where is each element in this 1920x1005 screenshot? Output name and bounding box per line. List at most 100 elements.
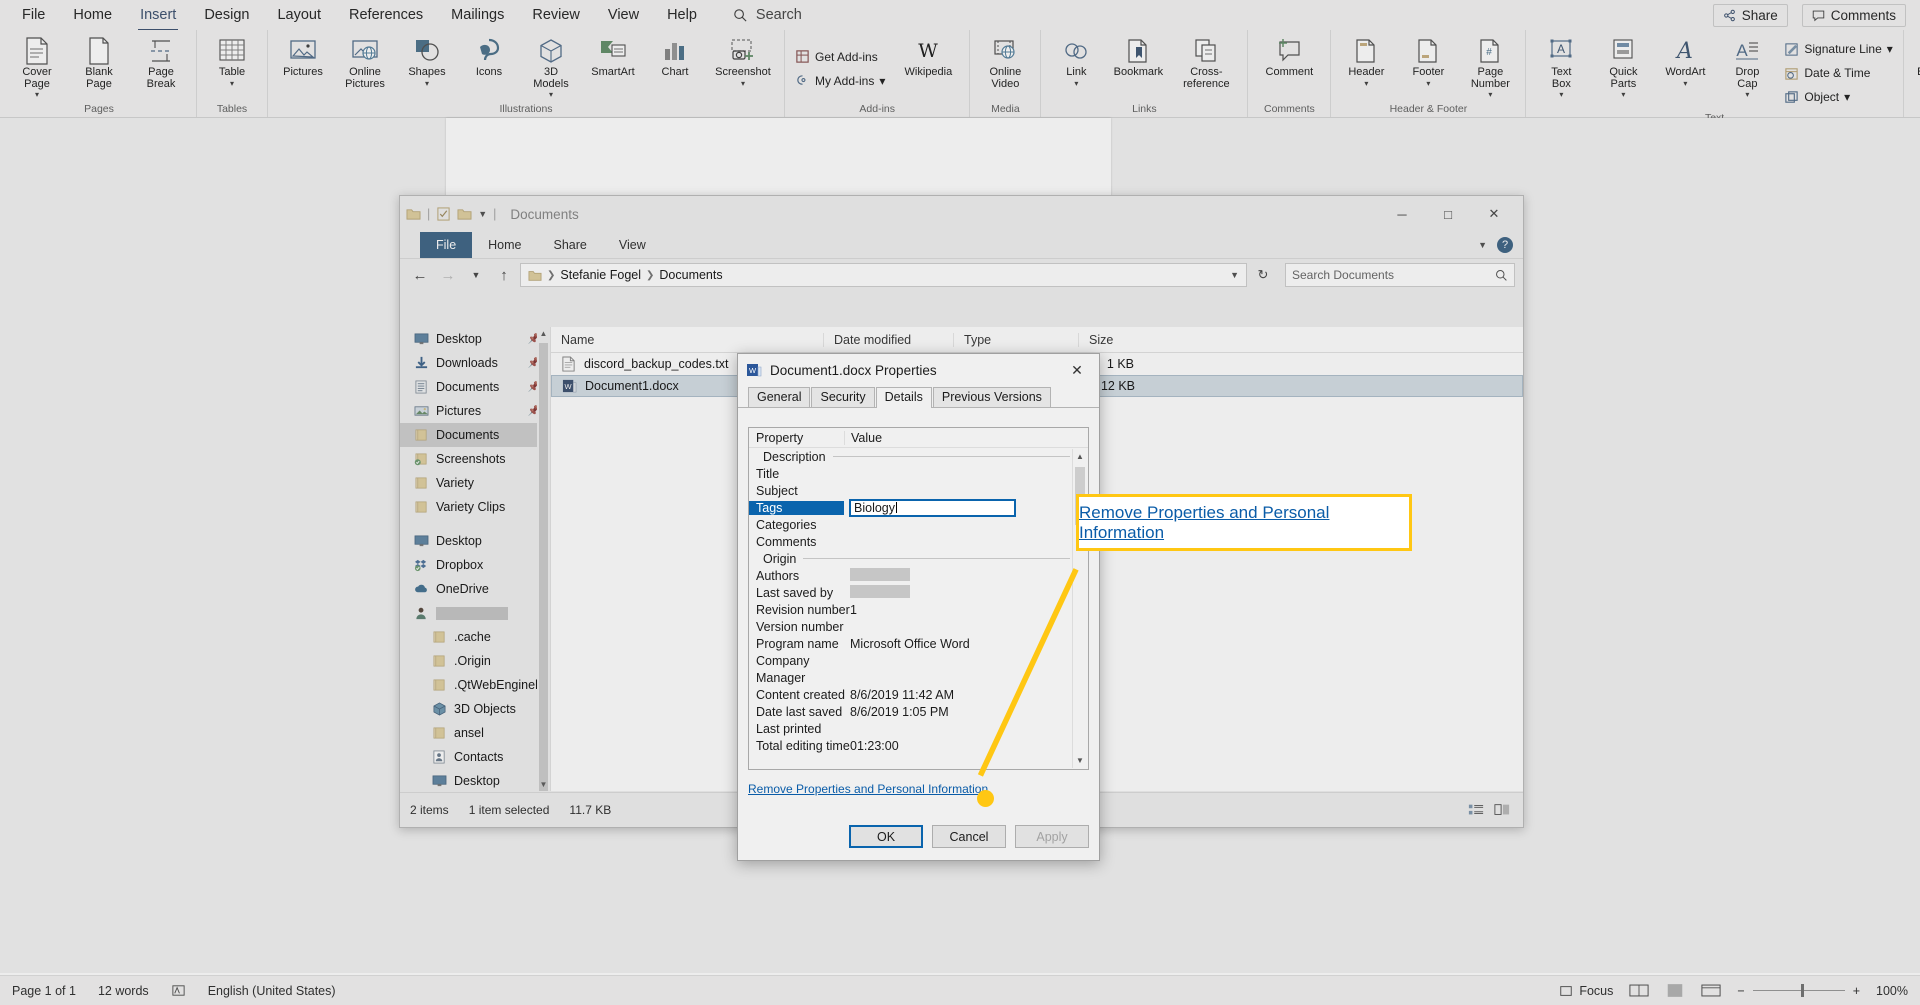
chevron-down-icon[interactable]: ▾ bbox=[1559, 91, 1563, 99]
smartart-button[interactable]: SmartArt bbox=[582, 34, 644, 81]
read-mode-button[interactable] bbox=[1629, 983, 1649, 998]
text-box-button[interactable]: A Text Box ▾ bbox=[1530, 34, 1592, 100]
zoom-out-button[interactable]: − bbox=[1737, 984, 1744, 998]
properties-row[interactable]: Total editing time 01:23:00 bbox=[749, 737, 1088, 754]
properties-row[interactable]: Version number bbox=[749, 618, 1088, 635]
breadcrumb-item-user[interactable]: Stefanie Fogel bbox=[560, 268, 641, 282]
expand-ribbon-icon[interactable]: ▼ bbox=[1478, 240, 1487, 250]
nav-item--cache[interactable]: .cache bbox=[400, 625, 550, 649]
nav-item-downloads[interactable]: Downloads 📌 bbox=[400, 351, 550, 375]
zoom-track[interactable] bbox=[1752, 984, 1845, 997]
chevron-down-icon[interactable]: ▾ bbox=[549, 91, 553, 99]
properties-dialog[interactable]: W Document1.docx Properties ✕ General Se… bbox=[737, 353, 1100, 861]
column-header-size[interactable]: Size bbox=[1078, 332, 1148, 347]
shapes-button[interactable]: Shapes ▾ bbox=[396, 34, 458, 89]
properties-row[interactable]: Program name Microsoft Office Word bbox=[749, 635, 1088, 652]
explorer-tab-home[interactable]: Home bbox=[472, 232, 537, 258]
tab-previous-versions[interactable]: Previous Versions bbox=[932, 387, 1051, 407]
refresh-button[interactable]: ↻ bbox=[1251, 263, 1275, 287]
nav-item-dropbox[interactable]: Dropbox bbox=[400, 553, 550, 577]
zoom-slider[interactable]: − + bbox=[1737, 984, 1860, 998]
minimize-button[interactable]: ─ bbox=[1379, 199, 1425, 229]
details-view-button[interactable] bbox=[1465, 800, 1487, 820]
explorer-tab-share[interactable]: Share bbox=[538, 232, 603, 258]
focus-mode-button[interactable]: Focus bbox=[1559, 984, 1613, 998]
properties-row[interactable]: Revision number 1 bbox=[749, 601, 1088, 618]
scroll-down-icon[interactable]: ▼ bbox=[1073, 753, 1087, 768]
equation-button[interactable]: π Equation ▾ bbox=[1908, 34, 1920, 89]
nav-item-desktop[interactable]: Desktop 📌 bbox=[400, 327, 550, 351]
nav-item-3d-objects[interactable]: 3D Objects bbox=[400, 697, 550, 721]
chevron-down-icon[interactable]: ▾ bbox=[1488, 91, 1492, 99]
my-addins-button[interactable]: My Add-ins ▾ bbox=[791, 69, 889, 93]
tab-view[interactable]: View bbox=[594, 2, 653, 28]
tab-security[interactable]: Security bbox=[811, 387, 875, 407]
tab-details[interactable]: Details bbox=[875, 387, 932, 408]
zoom-level[interactable]: 100% bbox=[1876, 984, 1908, 998]
footer-button[interactable]: Footer ▾ bbox=[1397, 34, 1459, 89]
wordart-button[interactable]: A WordArt ▾ bbox=[1654, 34, 1716, 89]
proofing-icon[interactable] bbox=[171, 983, 186, 998]
remove-properties-link[interactable]: Remove Properties and Personal Informati… bbox=[748, 782, 988, 796]
apply-button[interactable]: Apply bbox=[1015, 825, 1089, 848]
navigation-pane[interactable]: ▲ ▼ Desktop 📌 Downloads 📌 Documents 📌 Pictures… bbox=[400, 327, 550, 791]
zoom-thumb[interactable] bbox=[1800, 984, 1804, 997]
chevron-down-icon[interactable]: ▾ bbox=[1364, 79, 1368, 87]
scroll-up-icon[interactable]: ▲ bbox=[1073, 449, 1087, 464]
search-input[interactable]: Search Documents bbox=[1285, 263, 1515, 287]
column-header-type[interactable]: Type bbox=[953, 332, 1078, 347]
signature-line-button[interactable]: Signature Line ▾ bbox=[1780, 37, 1896, 61]
chevron-down-icon[interactable]: ▾ bbox=[1683, 79, 1687, 87]
nav-item-variety-clips[interactable]: Variety Clips bbox=[400, 495, 550, 519]
properties-row[interactable]: Tags Biology bbox=[749, 498, 1088, 517]
help-icon[interactable]: ? bbox=[1497, 237, 1513, 253]
screenshot-button[interactable]: Screenshot ▾ bbox=[706, 34, 780, 89]
link-button[interactable]: Link ▾ bbox=[1045, 34, 1107, 89]
nav-item-contacts[interactable]: Contacts bbox=[400, 745, 550, 769]
online-video-button[interactable]: Online Video bbox=[974, 34, 1036, 92]
breadcrumb-dropdown-icon[interactable]: ▼ bbox=[1230, 270, 1239, 280]
chart-button[interactable]: Chart bbox=[644, 34, 706, 81]
column-header-date[interactable]: Date modified bbox=[823, 332, 953, 347]
cover-page-button[interactable]: Cover Page ▾ bbox=[6, 34, 68, 100]
tab-insert[interactable]: Insert bbox=[126, 2, 190, 31]
nav-item-screenshots[interactable]: Screenshots bbox=[400, 447, 550, 471]
tab-review[interactable]: Review bbox=[518, 2, 594, 28]
chevron-down-icon[interactable]: ▾ bbox=[425, 79, 429, 87]
breadcrumb[interactable]: ❯ Stefanie Fogel ❯ Documents ▼ bbox=[520, 263, 1247, 287]
zoom-in-button[interactable]: + bbox=[1853, 984, 1860, 998]
nav-item-documents[interactable]: Documents 📌 bbox=[400, 375, 550, 399]
3d-models-button[interactable]: 3D Models ▾ bbox=[520, 34, 582, 100]
properties-row[interactable]: Comments bbox=[749, 533, 1088, 550]
page-number-button[interactable]: # Page Number ▾ bbox=[1459, 34, 1521, 100]
quick-parts-button[interactable]: Quick Parts ▾ bbox=[1592, 34, 1654, 100]
nav-item-documents[interactable]: Documents bbox=[400, 423, 550, 447]
chevron-down-icon[interactable]: ▾ bbox=[1844, 90, 1850, 104]
qat-dropdown-icon[interactable]: ▼ bbox=[478, 209, 487, 219]
scroll-up-icon[interactable]: ▲ bbox=[537, 327, 550, 340]
properties-row[interactable]: Title bbox=[749, 465, 1088, 482]
recent-locations-button[interactable]: ▼ bbox=[464, 263, 488, 287]
print-layout-button[interactable] bbox=[1665, 983, 1685, 998]
nav-item-onedrive[interactable]: OneDrive bbox=[400, 577, 550, 601]
web-layout-button[interactable] bbox=[1701, 983, 1721, 998]
ok-button[interactable]: OK bbox=[849, 825, 923, 848]
large-icons-view-button[interactable] bbox=[1491, 800, 1513, 820]
chevron-down-icon[interactable]: ▾ bbox=[1426, 79, 1430, 87]
nav-item-desktop[interactable]: Desktop bbox=[400, 529, 550, 553]
chevron-down-icon[interactable]: ▾ bbox=[1887, 42, 1893, 56]
chevron-down-icon[interactable]: ▾ bbox=[1745, 91, 1749, 99]
nav-item-ansel[interactable]: ansel bbox=[400, 721, 550, 745]
tab-layout[interactable]: Layout bbox=[263, 2, 335, 28]
blank-page-button[interactable]: Blank Page bbox=[68, 34, 130, 92]
properties-list[interactable]: Property Value Description Title Subject Ta… bbox=[748, 427, 1089, 770]
nav-item-user[interactable] bbox=[400, 601, 550, 625]
icons-button[interactable]: Icons bbox=[458, 34, 520, 81]
tab-mailings[interactable]: Mailings bbox=[437, 2, 518, 28]
bookmark-button[interactable]: Bookmark bbox=[1107, 34, 1169, 81]
page-break-button[interactable]: Page Break bbox=[130, 34, 192, 92]
chevron-down-icon[interactable]: ▾ bbox=[741, 79, 745, 87]
table-button[interactable]: Table ▾ bbox=[201, 34, 263, 89]
nav-item-variety[interactable]: Variety bbox=[400, 471, 550, 495]
header-button[interactable]: Header ▾ bbox=[1335, 34, 1397, 89]
